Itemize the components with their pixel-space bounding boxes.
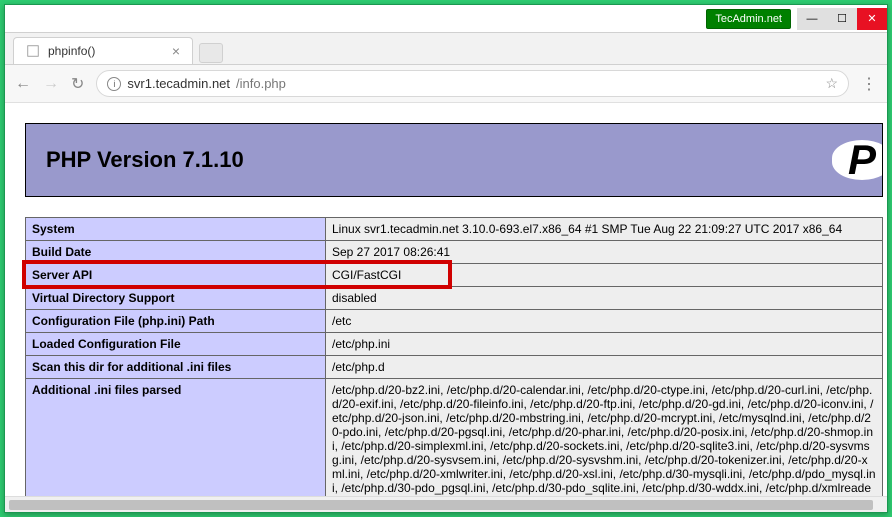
config-key: Build Date bbox=[26, 241, 326, 264]
config-key: Loaded Configuration File bbox=[26, 333, 326, 356]
table-row: Scan this dir for additional .ini files/… bbox=[26, 356, 883, 379]
config-key: System bbox=[26, 218, 326, 241]
horizontal-scrollbar[interactable] bbox=[5, 496, 887, 512]
page-content[interactable]: PHP Version 7.1.10 P SystemLinux svr1.te… bbox=[5, 103, 887, 496]
table-row: Virtual Directory Supportdisabled bbox=[26, 287, 883, 310]
table-row: Configuration File (php.ini) Path/etc bbox=[26, 310, 883, 333]
site-info-icon[interactable]: i bbox=[107, 77, 121, 91]
config-key: Scan this dir for additional .ini files bbox=[26, 356, 326, 379]
tab-favicon bbox=[26, 44, 40, 58]
table-row: Build DateSep 27 2017 08:26:41 bbox=[26, 241, 883, 264]
phpinfo-table: SystemLinux svr1.tecadmin.net 3.10.0-693… bbox=[25, 217, 883, 496]
config-key: Additional .ini files parsed bbox=[26, 379, 326, 497]
scrollbar-thumb[interactable] bbox=[9, 500, 873, 510]
table-row: Server APICGI/FastCGI bbox=[26, 264, 883, 287]
window-title-badge: TecAdmin.net bbox=[706, 9, 791, 29]
url-input[interactable]: i svr1.tecadmin.net/info.php ☆ bbox=[96, 70, 849, 97]
url-host: svr1.tecadmin.net bbox=[127, 76, 230, 91]
config-key: Virtual Directory Support bbox=[26, 287, 326, 310]
new-tab-button[interactable] bbox=[199, 43, 223, 63]
maximize-button[interactable]: ☐ bbox=[827, 8, 857, 30]
table-row: Loaded Configuration File/etc/php.ini bbox=[26, 333, 883, 356]
config-value: Sep 27 2017 08:26:41 bbox=[326, 241, 883, 264]
url-path: /info.php bbox=[236, 76, 286, 91]
browser-window: TecAdmin.net — ☐ ✕ phpinfo() × ← → ↻ i s… bbox=[4, 4, 888, 513]
bookmark-icon[interactable]: ☆ bbox=[825, 75, 838, 92]
window-titlebar: TecAdmin.net — ☐ ✕ bbox=[5, 5, 887, 33]
config-value: /etc/php.d/20-bz2.ini, /etc/php.d/20-cal… bbox=[326, 379, 883, 497]
back-button[interactable]: ← bbox=[15, 75, 31, 93]
tab-close-icon[interactable]: × bbox=[172, 43, 180, 59]
forward-button[interactable]: → bbox=[43, 75, 59, 93]
config-value: disabled bbox=[326, 287, 883, 310]
phpinfo-header: PHP Version 7.1.10 P bbox=[25, 123, 883, 197]
table-row: SystemLinux svr1.tecadmin.net 3.10.0-693… bbox=[26, 218, 883, 241]
close-button[interactable]: ✕ bbox=[857, 8, 887, 30]
config-key: Server API bbox=[26, 264, 326, 287]
php-version-title: PHP Version 7.1.10 bbox=[46, 147, 244, 173]
minimize-button[interactable]: — bbox=[797, 8, 827, 30]
config-value: /etc/php.ini bbox=[326, 333, 883, 356]
tab-title: phpinfo() bbox=[48, 44, 95, 58]
menu-icon[interactable]: ⋮ bbox=[861, 74, 877, 94]
address-bar: ← → ↻ i svr1.tecadmin.net/info.php ☆ ⋮ bbox=[5, 65, 887, 103]
browser-tab[interactable]: phpinfo() × bbox=[13, 37, 193, 64]
config-value: CGI/FastCGI bbox=[326, 264, 883, 287]
tab-bar: phpinfo() × bbox=[5, 33, 887, 65]
config-value: /etc bbox=[326, 310, 883, 333]
reload-button[interactable]: ↻ bbox=[71, 74, 84, 94]
config-key: Configuration File (php.ini) Path bbox=[26, 310, 326, 333]
config-value: Linux svr1.tecadmin.net 3.10.0-693.el7.x… bbox=[326, 218, 883, 241]
config-value: /etc/php.d bbox=[326, 356, 883, 379]
table-row: Additional .ini files parsed/etc/php.d/2… bbox=[26, 379, 883, 497]
window-controls: — ☐ ✕ bbox=[797, 8, 887, 30]
php-logo: P bbox=[832, 140, 883, 180]
